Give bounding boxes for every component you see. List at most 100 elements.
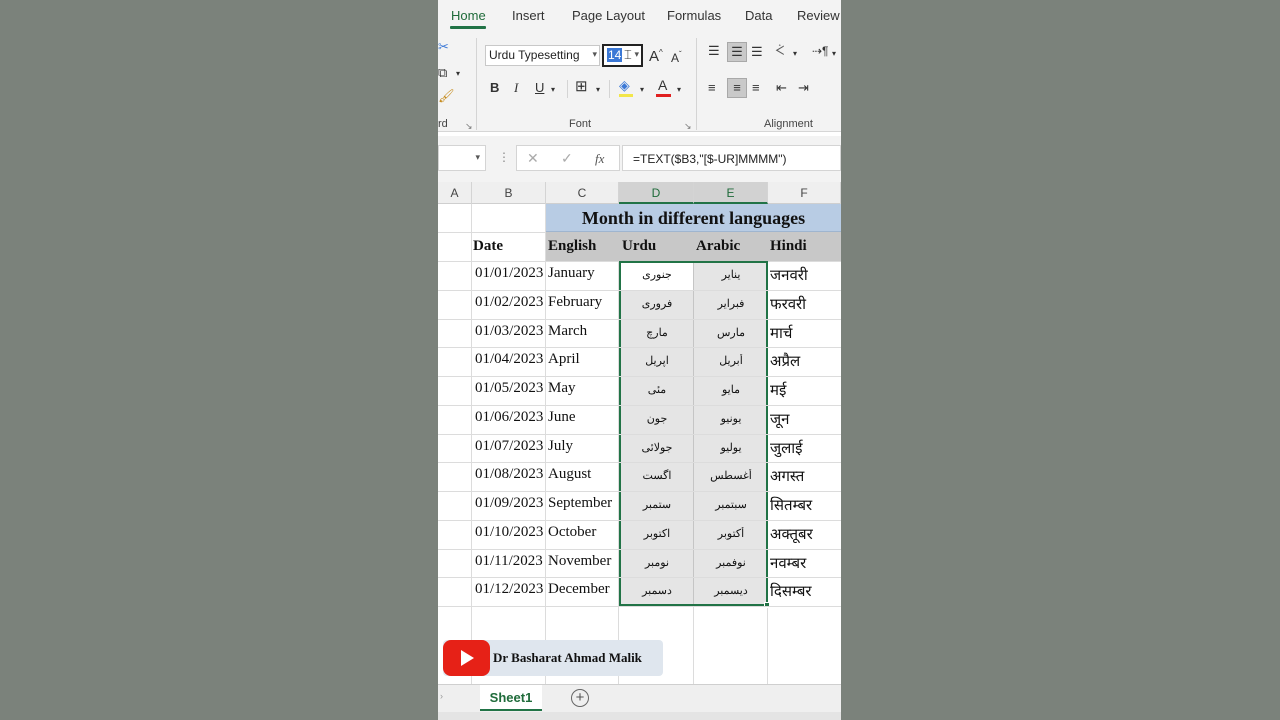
font-name-select[interactable]: Urdu Typesetting ▾ <box>485 45 600 66</box>
cell-date[interactable]: 01/12/2023 <box>475 581 545 598</box>
cell-urdu[interactable]: جنوری <box>621 268 693 281</box>
cell-english[interactable]: November <box>548 553 618 570</box>
column-header-f[interactable]: F <box>768 182 841 204</box>
cell-english[interactable]: December <box>548 581 618 598</box>
cell-date[interactable]: 01/04/2023 <box>475 351 545 368</box>
worksheet-grid[interactable]: Month in different languages Date Englis… <box>438 204 841 684</box>
header-arabic[interactable]: Arabic <box>696 232 740 261</box>
decrease-font-size-button[interactable]: Aˇ <box>671 47 682 66</box>
cell-date[interactable]: 01/09/2023 <box>475 495 545 512</box>
column-header-e[interactable]: E <box>694 182 768 204</box>
cell-english[interactable]: January <box>548 265 618 282</box>
chevron-down-icon[interactable]: ▾ <box>832 46 836 62</box>
cell-urdu[interactable]: اکتوبر <box>621 527 693 540</box>
tab-review[interactable]: Review <box>797 8 840 23</box>
cell-urdu[interactable]: جون <box>621 412 693 425</box>
cell-date[interactable]: 01/10/2023 <box>475 524 545 541</box>
more-options-icon[interactable]: ⋮ <box>498 150 510 164</box>
underline-button[interactable]: U <box>535 80 544 96</box>
cell-arabic[interactable]: سبتمبر <box>695 498 767 511</box>
fill-handle[interactable] <box>764 602 770 608</box>
cell-english[interactable]: May <box>548 380 618 397</box>
align-top-icon[interactable]: ☰ <box>708 43 720 59</box>
cell-date[interactable]: 01/11/2023 <box>475 553 545 570</box>
name-box[interactable]: ▾ <box>438 145 486 171</box>
tab-data[interactable]: Data <box>745 8 772 23</box>
cell-date[interactable]: 01/06/2023 <box>475 409 545 426</box>
tab-home[interactable]: Home <box>451 8 486 23</box>
chevron-down-icon[interactable]: ▾ <box>793 46 797 62</box>
header-date[interactable]: Date <box>473 232 503 261</box>
cell-hindi[interactable]: जनवरी <box>770 265 841 285</box>
cell-urdu[interactable]: اپریل <box>621 354 693 367</box>
cell-english[interactable]: March <box>548 323 618 340</box>
cell-english[interactable]: April <box>548 351 618 368</box>
orientation-icon[interactable]: ᢵ <box>775 43 784 59</box>
cell-english[interactable]: August <box>548 466 618 483</box>
borders-icon[interactable]: ⊞ <box>575 79 588 95</box>
cell-arabic[interactable]: أغسطس <box>695 469 767 482</box>
dialog-launcher-icon[interactable]: ↘ <box>684 118 692 134</box>
column-header-b[interactable]: B <box>472 182 546 204</box>
chevron-down-icon[interactable]: ▾ <box>551 82 555 98</box>
chevron-down-icon[interactable]: ▾ <box>677 82 681 98</box>
insert-function-icon[interactable]: fx <box>595 151 604 167</box>
cell-arabic[interactable]: فبراير <box>695 297 767 310</box>
cell-english[interactable]: September <box>548 495 618 512</box>
cell-hindi[interactable]: अगस्त <box>770 466 841 486</box>
chevron-down-icon[interactable]: ▾ <box>475 152 480 163</box>
cell-urdu[interactable]: دسمبر <box>621 584 693 597</box>
cell-hindi[interactable]: अप्रैल <box>770 351 841 371</box>
column-header-a[interactable]: A <box>438 182 472 204</box>
tab-insert[interactable]: Insert <box>512 8 545 23</box>
text-direction-icon[interactable]: ⇢¶ <box>812 43 829 59</box>
cell-arabic[interactable]: أبريل <box>695 354 767 367</box>
cell-arabic[interactable]: يناير <box>695 268 767 281</box>
cell-urdu[interactable]: مارچ <box>621 326 693 339</box>
cut-icon[interactable]: ✂ <box>438 39 449 55</box>
cell-hindi[interactable]: मई <box>770 380 841 400</box>
cell-date[interactable]: 01/08/2023 <box>475 466 545 483</box>
cell-urdu[interactable]: مئی <box>621 383 693 396</box>
font-size-select[interactable]: 14 ⌶ ▾ <box>602 44 643 67</box>
cell-date[interactable]: 01/01/2023 <box>475 265 545 282</box>
fill-color-icon[interactable]: ◈ <box>619 77 630 93</box>
cell-date[interactable]: 01/03/2023 <box>475 323 545 340</box>
cell-hindi[interactable]: अक्तूबर <box>770 524 841 544</box>
cell-date[interactable]: 01/02/2023 <box>475 294 545 311</box>
cell-hindi[interactable]: नवम्बर <box>770 553 841 573</box>
align-right-icon[interactable]: ≡ <box>752 80 760 96</box>
tab-formulas[interactable]: Formulas <box>667 8 721 23</box>
cell-date[interactable]: 01/05/2023 <box>475 380 545 397</box>
cell-english[interactable]: October <box>548 524 618 541</box>
header-english[interactable]: English <box>548 232 596 261</box>
add-sheet-button[interactable]: + <box>571 689 589 707</box>
align-middle-icon[interactable]: ☰ <box>727 42 747 62</box>
align-center-icon[interactable]: ≡ <box>727 78 747 98</box>
cell-urdu[interactable]: جولائی <box>621 441 693 454</box>
cell-urdu[interactable]: اگست <box>621 469 693 482</box>
cell-hindi[interactable]: दिसम्बर <box>770 581 841 601</box>
cell-arabic[interactable]: نوفمبر <box>695 556 767 569</box>
scroll-left-icon[interactable]: › <box>440 691 443 701</box>
chevron-down-icon[interactable]: ▾ <box>596 82 600 98</box>
dialog-launcher-icon[interactable]: ↘ <box>465 118 473 134</box>
sheet-title-cell[interactable]: Month in different languages <box>546 204 841 232</box>
column-header-c[interactable]: C <box>546 182 619 204</box>
cell-english[interactable]: February <box>548 294 618 311</box>
chevron-down-icon[interactable]: ▾ <box>640 82 644 98</box>
cell-hindi[interactable]: जून <box>770 409 841 429</box>
cell-arabic[interactable]: مارس <box>695 326 767 339</box>
tab-page-layout[interactable]: Page Layout <box>572 8 645 23</box>
cell-arabic[interactable]: يونيو <box>695 412 767 425</box>
bold-button[interactable]: B <box>490 80 499 96</box>
sheet-tab-sheet1[interactable]: Sheet1 <box>480 685 542 711</box>
cell-english[interactable]: June <box>548 409 618 426</box>
cell-arabic[interactable]: مايو <box>695 383 767 396</box>
cell-urdu[interactable]: فروری <box>621 297 693 310</box>
formula-input[interactable]: =TEXT($B3,"[$-UR]MMMM") <box>622 145 841 171</box>
header-hindi[interactable]: Hindi <box>770 232 807 261</box>
cell-hindi[interactable]: सितम्बर <box>770 495 841 515</box>
italic-button[interactable]: I <box>514 80 518 96</box>
format-painter-icon[interactable]: 🖌 <box>438 88 455 104</box>
